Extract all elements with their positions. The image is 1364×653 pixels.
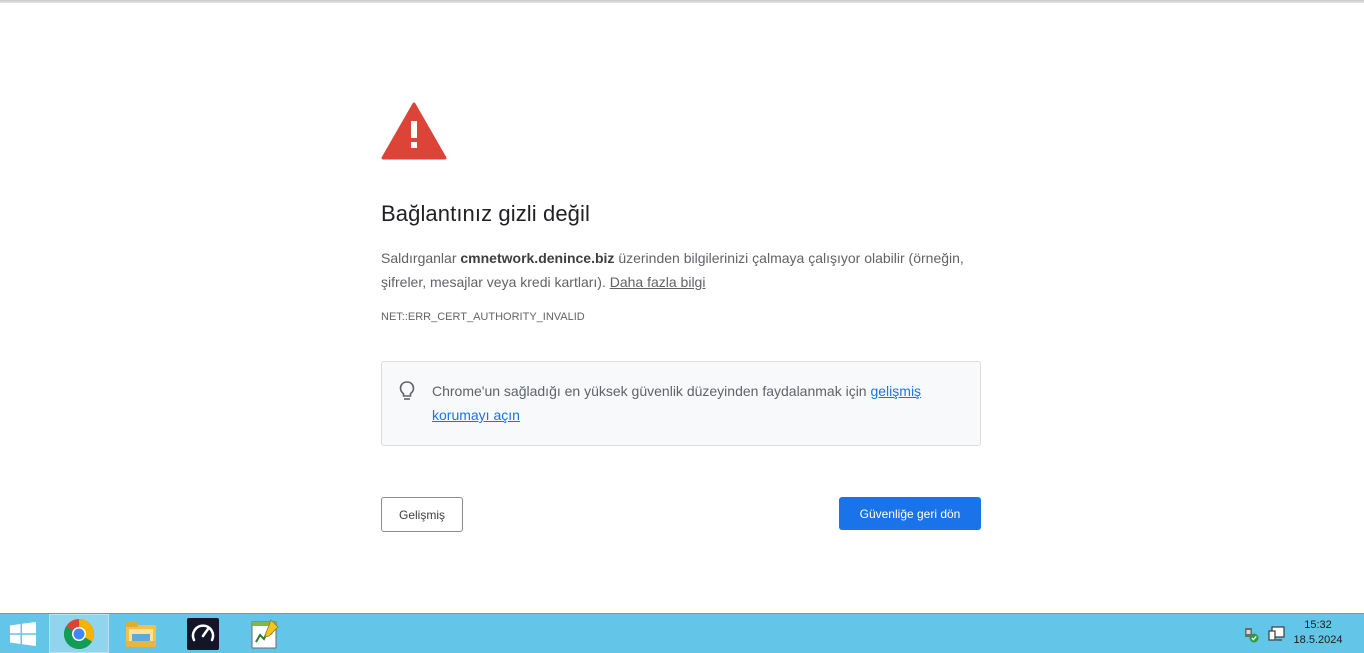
clock-date: 18.5.2024 <box>1293 634 1343 646</box>
taskbar-notepad-chart[interactable] <box>235 614 295 653</box>
back-to-safety-button[interactable]: Güvenliğe geri dön <box>839 497 981 530</box>
taskbar-clock[interactable]: 15:32 18.5.2024 <box>1288 618 1348 648</box>
learn-more-link[interactable]: Daha fazla bilgi <box>610 274 706 290</box>
advanced-button[interactable]: Gelişmiş <box>381 497 463 532</box>
file-explorer-icon <box>126 621 156 647</box>
clock-time: 15:32 <box>1304 619 1332 631</box>
error-code: NET::ERR_CERT_AUTHORITY_INVALID <box>381 311 585 323</box>
promo-message: Chrome'un sağladığı en yüksek güvenlik d… <box>432 379 962 427</box>
network-shield-icon[interactable] <box>1242 625 1260 643</box>
error-explanation: Saldırganlar cmnetwork.denince.biz üzeri… <box>381 246 981 294</box>
speedometer-icon <box>187 617 219 650</box>
windows-taskbar: 15:32 18.5.2024 <box>0 613 1364 653</box>
network-monitor-icon[interactable] <box>1268 625 1286 643</box>
notepad-chart-icon <box>251 618 279 648</box>
taskbar-speedtest[interactable] <box>173 614 233 653</box>
system-tray <box>1242 614 1286 653</box>
taskbar-chrome[interactable] <box>49 614 109 653</box>
message-prefix: Saldırganlar <box>381 250 461 266</box>
lightbulb-icon <box>399 381 415 400</box>
windows-start-icon <box>10 621 36 646</box>
enhanced-protection-promo: Chrome'un sağladığı en yüksek güvenlik d… <box>381 361 981 446</box>
warning-triangle-icon <box>381 102 447 160</box>
page-title: Bağlantınız gizli değil <box>381 201 590 226</box>
chrome-error-page: Bağlantınız gizli değil Saldırganlar cmn… <box>0 3 1364 613</box>
promo-text: Chrome'un sağladığı en yüksek güvenlik d… <box>432 383 871 399</box>
chrome-icon <box>63 618 95 649</box>
start-button[interactable] <box>0 614 46 653</box>
taskbar-file-explorer[interactable] <box>111 614 171 653</box>
site-domain: cmnetwork.denince.biz <box>460 250 615 266</box>
